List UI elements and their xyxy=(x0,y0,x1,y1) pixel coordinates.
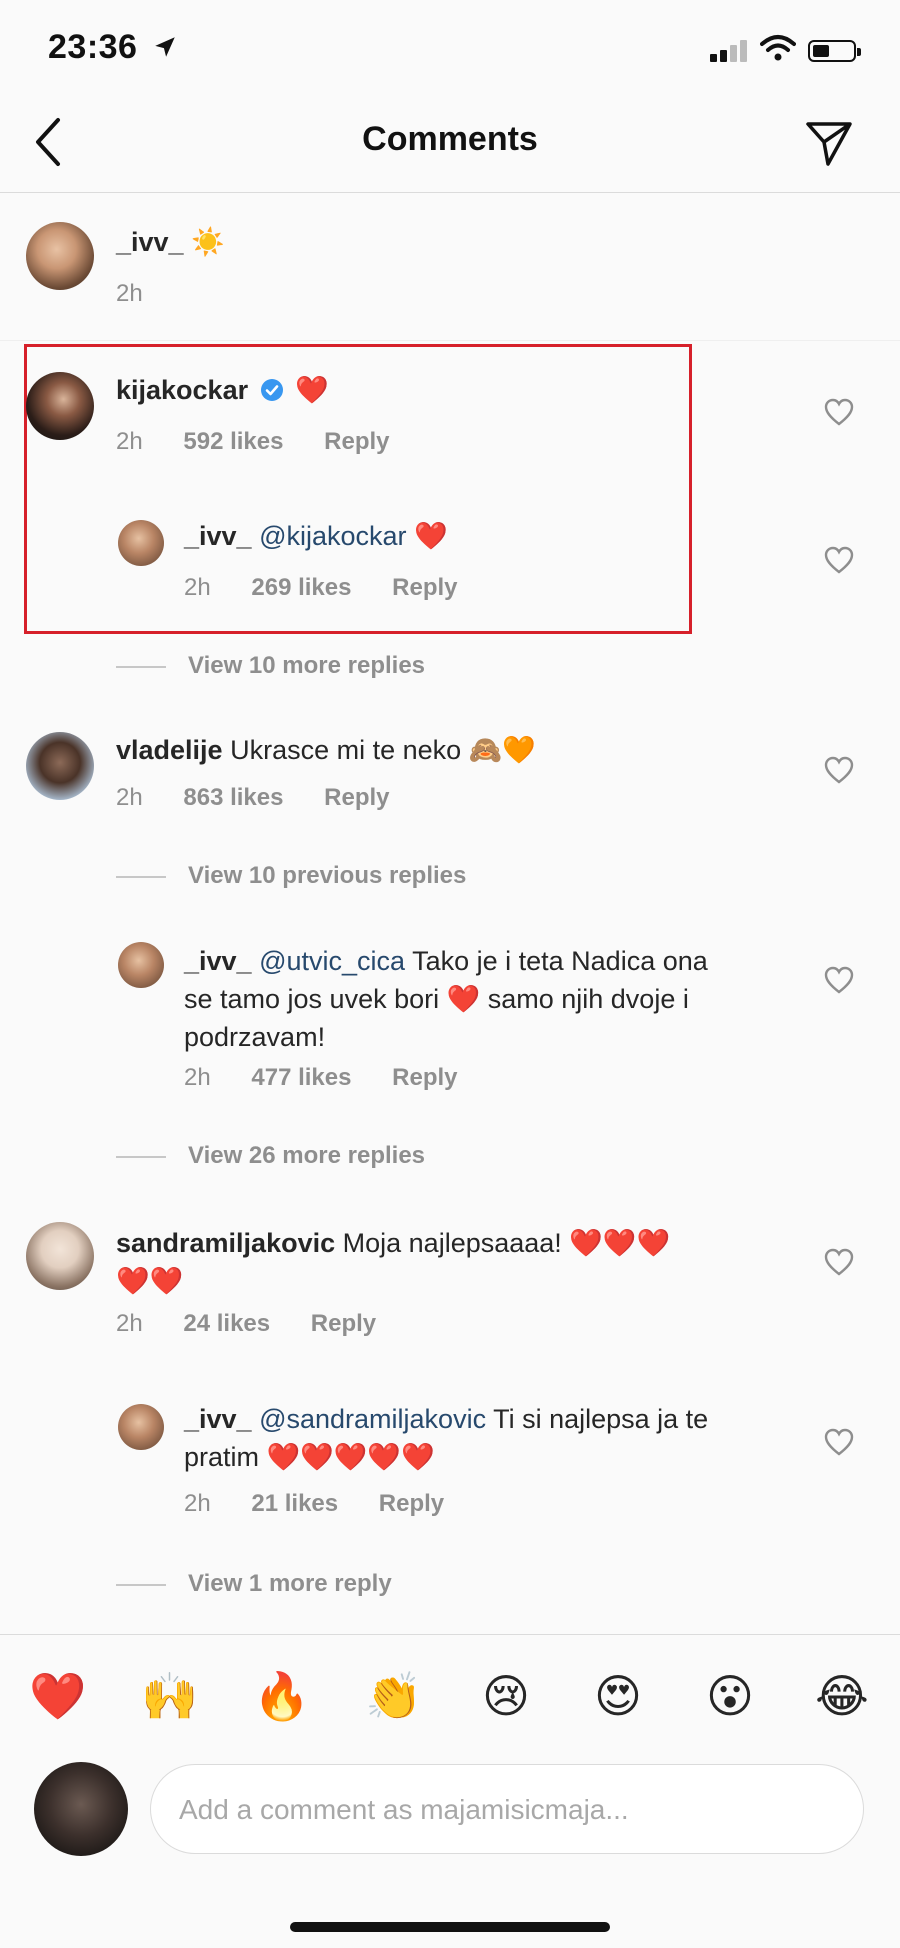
heart-outline-icon[interactable] xyxy=(824,1248,854,1276)
likes-count[interactable]: 863 likes xyxy=(183,784,283,811)
comment-time: 2h xyxy=(184,574,211,601)
comment-body: pratim ❤️❤️❤️❤️❤️ xyxy=(184,1442,435,1472)
mention-link[interactable]: @kijakockar xyxy=(259,521,406,551)
username[interactable]: sandramiljakovic xyxy=(116,1228,335,1258)
avatar[interactable] xyxy=(26,222,94,290)
comment-text: vladelije Ukrasce mi te neko 🙈🧡 xyxy=(116,734,536,766)
wifi-icon xyxy=(760,35,796,61)
likes-count[interactable]: 24 likes xyxy=(183,1310,270,1337)
username[interactable]: vladelije xyxy=(116,735,223,765)
reaction-clap[interactable]: 👏 xyxy=(364,1666,424,1726)
avatar[interactable] xyxy=(118,520,164,566)
send-direct-icon[interactable] xyxy=(804,118,854,168)
comment-body: Tako je i teta Nadica ona xyxy=(412,946,708,976)
comment-body: podrzavam! xyxy=(184,1022,326,1052)
comment-text: _ivv_ @kijakockar ❤️ xyxy=(184,520,448,552)
caption-emoji: ☀️ xyxy=(191,227,225,257)
likes-count[interactable]: 477 likes xyxy=(251,1064,351,1091)
comment-input[interactable]: Add a comment as majamisicmaja... xyxy=(150,1764,864,1854)
reply-button[interactable]: Reply xyxy=(392,1064,457,1091)
view-more-replies[interactable]: View 26 more replies xyxy=(116,1142,425,1170)
reaction-fire[interactable]: 🔥 xyxy=(252,1666,312,1726)
avatar[interactable] xyxy=(118,942,164,988)
reply-button[interactable]: Reply xyxy=(392,574,457,601)
comment-meta: 2h 477 likes Reply xyxy=(184,1064,492,1092)
caption-time: 2h xyxy=(116,280,143,307)
comment-body: se tamo jos uvek bori ❤️ samo njih dvoje… xyxy=(184,984,689,1014)
heart-outline-icon[interactable] xyxy=(824,546,854,574)
comment-body: ❤️ xyxy=(295,375,329,405)
comment-text: _ivv_ @sandramiljakovic Ti si najlepsa j… xyxy=(184,1400,708,1476)
comment-body: Ukrasce mi te neko 🙈🧡 xyxy=(230,735,536,765)
caption-divider xyxy=(0,340,900,341)
comment-body: ❤️ xyxy=(414,521,448,551)
battery-icon xyxy=(808,40,861,62)
reaction-heart-eyes[interactable]: 😍 xyxy=(588,1666,648,1726)
comment-time: 2h xyxy=(184,1064,211,1091)
reply-button[interactable]: Reply xyxy=(311,1310,376,1337)
username[interactable]: _ivv_ xyxy=(184,946,252,976)
my-avatar xyxy=(34,1762,128,1856)
comment-text: kijakockar ❤️ xyxy=(116,374,329,406)
comment-meta: 2h 269 likes Reply xyxy=(184,574,492,602)
comment-body: Moja najlepsaaaa! ❤️❤️❤️ xyxy=(342,1228,671,1258)
comment-time: 2h xyxy=(116,1310,143,1337)
view-more-replies[interactable]: View 10 more replies xyxy=(116,652,425,680)
username[interactable]: _ivv_ xyxy=(116,227,184,257)
reply-button[interactable]: Reply xyxy=(379,1490,444,1517)
likes-count[interactable]: 269 likes xyxy=(251,574,351,601)
username[interactable]: kijakockar xyxy=(116,375,248,405)
username[interactable]: _ivv_ xyxy=(184,1404,252,1434)
reaction-raised-hands[interactable]: 🙌 xyxy=(140,1666,200,1726)
reaction-laughing[interactable]: 😂 xyxy=(812,1666,872,1726)
reply-button[interactable]: Reply xyxy=(324,784,389,811)
comment-body: ❤️❤️ xyxy=(116,1266,184,1296)
header-divider xyxy=(0,192,900,193)
heart-outline-icon[interactable] xyxy=(824,966,854,994)
view-more-replies[interactable]: View 1 more reply xyxy=(116,1570,392,1598)
avatar[interactable] xyxy=(26,372,94,440)
home-indicator[interactable] xyxy=(290,1922,610,1932)
mention-link[interactable]: @utvic_cica xyxy=(259,946,405,976)
likes-count[interactable]: 592 likes xyxy=(183,428,283,455)
caption-text: _ivv_ ☀️ xyxy=(116,226,225,258)
comment-time: 2h xyxy=(116,784,143,811)
comment-body: Ti si najlepsa ja te xyxy=(493,1404,709,1434)
avatar[interactable] xyxy=(118,1404,164,1450)
heart-outline-icon[interactable] xyxy=(824,1428,854,1456)
comment-meta: 2h 21 likes Reply xyxy=(184,1490,478,1518)
reaction-surprised[interactable]: 😮 xyxy=(700,1666,760,1726)
signal-icon xyxy=(710,40,750,62)
status-time: 23:36 xyxy=(48,28,138,66)
heart-outline-icon[interactable] xyxy=(824,756,854,784)
verified-badge-icon xyxy=(260,379,283,401)
comment-time: 2h xyxy=(184,1490,211,1517)
view-previous-replies[interactable]: View 10 previous replies xyxy=(116,862,466,890)
location-arrow-icon xyxy=(155,37,175,57)
reaction-crying[interactable]: 😢 xyxy=(476,1666,536,1726)
comment-text: _ivv_ @utvic_cica Tako je i teta Nadica … xyxy=(184,942,708,1056)
comment-meta: 2h 24 likes Reply xyxy=(116,1310,410,1338)
comment-text: sandramiljakovic Moja najlepsaaaa! ❤️❤️❤… xyxy=(116,1224,670,1300)
reply-button[interactable]: Reply xyxy=(324,428,389,455)
avatar[interactable] xyxy=(26,1222,94,1290)
avatar[interactable] xyxy=(26,732,94,800)
reaction-heart[interactable]: ❤️ xyxy=(28,1666,88,1726)
comment-time: 2h xyxy=(116,428,143,455)
comment-meta: 2h 592 likes Reply xyxy=(116,428,424,456)
composer-divider xyxy=(0,1634,900,1635)
comment-meta: 2h 863 likes Reply xyxy=(116,784,424,812)
username[interactable]: _ivv_ xyxy=(184,521,252,551)
likes-count[interactable]: 21 likes xyxy=(251,1490,338,1517)
mention-link[interactable]: @sandramiljakovic xyxy=(259,1404,486,1434)
heart-outline-icon[interactable] xyxy=(824,398,854,426)
page-title: Comments xyxy=(362,120,538,158)
